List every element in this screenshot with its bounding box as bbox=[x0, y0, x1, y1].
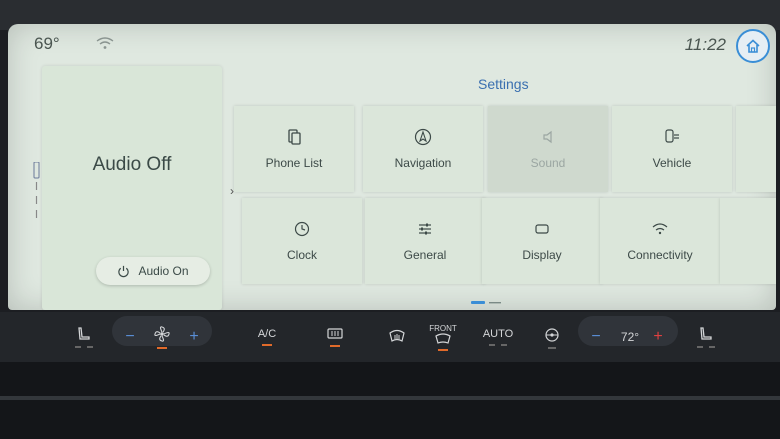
audio-on-label: Audio On bbox=[138, 264, 189, 278]
ac-button[interactable]: A/C bbox=[252, 312, 282, 362]
front-defrost-button[interactable]: FRONT bbox=[426, 312, 460, 362]
fan-speed[interactable] bbox=[150, 312, 174, 362]
max-defrost-icon bbox=[389, 329, 405, 342]
outside-temperature: 69° bbox=[34, 34, 60, 53]
wifi-signal-icon bbox=[96, 36, 114, 55]
passenger-seat-button[interactable] bbox=[692, 312, 720, 362]
power-icon bbox=[118, 265, 130, 277]
clock-time: 11:22 bbox=[684, 35, 726, 54]
tile-label: Display bbox=[522, 248, 562, 262]
tile-label: General bbox=[403, 248, 447, 262]
tile-display[interactable]: Display bbox=[482, 198, 602, 284]
fan-icon bbox=[154, 326, 170, 342]
front-label: FRONT bbox=[429, 323, 457, 333]
vehicle-icon bbox=[665, 129, 679, 143]
page-title: Settings bbox=[478, 76, 529, 92]
tile-sound[interactable]: Sound bbox=[488, 106, 608, 192]
temp-decrease-button[interactable]: − bbox=[588, 312, 604, 362]
navigation-icon bbox=[414, 128, 432, 146]
tile-connectivity[interactable]: Connectivity bbox=[600, 198, 720, 284]
page-indicator bbox=[471, 293, 505, 310]
rear-defrost-icon bbox=[327, 328, 343, 339]
tile-label: Sound bbox=[530, 156, 566, 170]
ac-label: A/C bbox=[257, 328, 277, 340]
tile-phone-list[interactable]: Phone List bbox=[234, 106, 354, 192]
status-bar: 69° 11:22 bbox=[8, 24, 776, 64]
audio-panel[interactable]: Audio Off Audio On bbox=[42, 66, 222, 310]
temp-increase-button[interactable]: + bbox=[650, 312, 666, 362]
auto-button[interactable]: AUTO bbox=[480, 312, 516, 362]
home-button[interactable] bbox=[736, 29, 770, 63]
max-defrost-button[interactable] bbox=[382, 312, 412, 362]
panel-drag-handle[interactable] bbox=[32, 161, 42, 222]
tile-partial[interactable] bbox=[736, 106, 776, 192]
auto-label: AUTO bbox=[482, 328, 514, 340]
fan-decrease-button[interactable]: − bbox=[122, 312, 138, 362]
home-icon bbox=[746, 39, 760, 53]
speaker-icon bbox=[543, 130, 552, 144]
tile-label: Phone List bbox=[265, 156, 323, 170]
temperature-value: 72° bbox=[620, 330, 640, 344]
lower-dashboard bbox=[0, 362, 780, 439]
seat-icon bbox=[700, 327, 712, 340]
climate-bar: − + A/C FRONT AUTO − 72° + bbox=[0, 312, 780, 362]
clock-icon bbox=[294, 221, 310, 237]
tile-general[interactable]: General bbox=[365, 198, 485, 284]
tile-navigation[interactable]: Navigation bbox=[363, 106, 483, 192]
tile-label: Connectivity bbox=[627, 248, 693, 262]
dashboard-trim bbox=[0, 396, 780, 400]
sliders-icon bbox=[419, 223, 431, 235]
audio-status: Audio Off bbox=[92, 154, 172, 175]
heated-steering-icon bbox=[545, 328, 559, 342]
heated-steering-button[interactable] bbox=[540, 312, 564, 362]
tile-label: Vehicle bbox=[652, 156, 692, 170]
tile-label: Navigation bbox=[394, 156, 452, 170]
tile-partial[interactable] bbox=[720, 198, 776, 284]
seat-icon bbox=[78, 327, 90, 340]
audio-on-button[interactable]: Audio On bbox=[96, 257, 210, 285]
front-defrost-icon bbox=[435, 332, 451, 344]
phone-list-icon bbox=[288, 129, 301, 145]
tile-vehicle[interactable]: Vehicle bbox=[612, 106, 732, 192]
display-icon bbox=[535, 224, 549, 234]
tile-label: Clock bbox=[286, 248, 317, 262]
rear-defrost-button[interactable] bbox=[322, 312, 348, 362]
fan-increase-button[interactable]: + bbox=[186, 312, 202, 362]
wifi-icon bbox=[652, 223, 668, 235]
driver-seat-button[interactable] bbox=[70, 312, 98, 362]
tile-clock[interactable]: Clock bbox=[242, 198, 362, 284]
infotainment-screen: 69° 11:22 Audio Off Audio On › Settings … bbox=[8, 24, 776, 310]
